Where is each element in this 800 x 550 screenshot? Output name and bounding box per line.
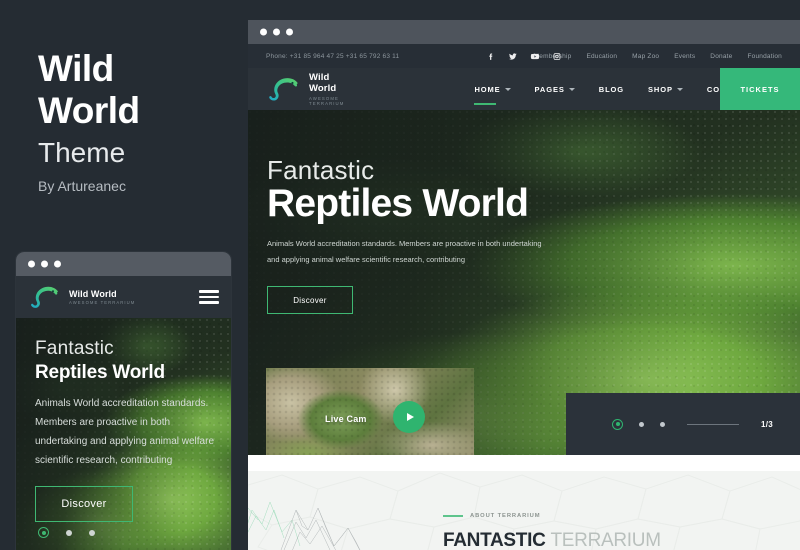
chevron-down-icon [568, 87, 575, 91]
mobile-logo[interactable]: Wild World AWESOME TERRARIUM [28, 284, 135, 310]
hero-description: Animals World accreditation standards. M… [267, 239, 542, 264]
menu-item-pages-label: PAGES [534, 84, 565, 94]
window-maximize-dot[interactable] [54, 260, 61, 268]
mobile-hero-eyebrow: Fantastic [35, 338, 114, 359]
promo-title-line1: Wild [38, 48, 114, 89]
chevron-down-icon [504, 87, 511, 91]
window-close-dot[interactable] [28, 260, 35, 268]
slider-dots[interactable] [612, 418, 665, 430]
site-topbar: Phone: +31 85 964 47 25 +31 65 792 63 11… [248, 44, 800, 68]
chameleon-logo-icon [31, 286, 58, 308]
slider-dot-1[interactable] [612, 418, 623, 430]
mobile-slider-dot-2[interactable] [66, 529, 72, 536]
browser-titlebar [248, 20, 800, 44]
browser-close-dot[interactable] [260, 28, 267, 36]
about-section: ABOUT TERRARIUM FANTASTIC TERRARIUM [248, 471, 800, 550]
menu-item-shop[interactable]: SHOP [636, 68, 695, 110]
facebook-icon[interactable] [487, 52, 496, 61]
browser-window-controls[interactable] [260, 28, 293, 36]
menu-item-shop-label: SHOP [648, 84, 673, 94]
chevron-down-icon [676, 87, 683, 91]
topbar-link-map-zoo[interactable]: Map Zoo [632, 53, 659, 60]
mobile-hero-text: Fantastic Reptiles World Animals World a… [35, 338, 221, 522]
slider-dot-2[interactable] [639, 421, 644, 427]
hero-section: Fantastic Reptiles World Animals World a… [248, 110, 800, 455]
discover-button[interactable]: Discover [267, 286, 353, 314]
site-logo-tagline: AWESOME TERRARIUM [309, 95, 345, 106]
menu-item-blog[interactable]: BLOG [587, 68, 636, 110]
about-title-bold: FANTASTIC [443, 530, 546, 550]
about-kicker-line [443, 515, 463, 517]
slider-progress-line [687, 423, 739, 425]
play-icon[interactable] [393, 401, 425, 433]
mobile-slider-dots[interactable] [38, 527, 95, 538]
topbar-phone: Phone: +31 85 964 47 25 +31 65 792 63 11 [266, 52, 400, 60]
mountain-illustration [248, 501, 361, 550]
hero-title: Reptiles World [267, 182, 529, 225]
topbar-link-events[interactable]: Events [674, 53, 695, 60]
topbar-links[interactable]: Membership Education Map Zoo Events Dona… [534, 53, 782, 60]
tickets-button[interactable]: TICKETS [720, 68, 800, 110]
slider-counter: 1/3 [761, 419, 774, 429]
about-title-light: TERRARIUM [550, 530, 661, 550]
window-minimize-dot[interactable] [41, 260, 48, 268]
menu-item-home[interactable]: HOME [462, 68, 522, 110]
mobile-hero-description: Animals World accreditation standards. M… [35, 398, 215, 466]
browser-maximize-dot[interactable] [286, 28, 293, 36]
social-links[interactable] [487, 52, 562, 61]
promo-panel: Wild World Theme By Artureanec Wild Worl… [0, 0, 248, 550]
topbar-link-education[interactable]: Education [586, 53, 617, 60]
menu-item-blog-label: BLOG [598, 84, 625, 94]
browser-minimize-dot[interactable] [273, 28, 280, 36]
mobile-slider-dot-1[interactable] [38, 527, 49, 538]
mobile-hero-title: Reptiles World [35, 362, 165, 383]
menu-item-home-label: HOME [474, 84, 501, 94]
mobile-logo-name: Wild World [69, 289, 117, 299]
slider-dot-3[interactable] [660, 421, 665, 427]
about-kicker-text: ABOUT TERRARIUM [470, 513, 541, 519]
topbar-link-donate[interactable]: Donate [710, 53, 732, 60]
chameleon-logo-icon [269, 78, 298, 101]
mobile-discover-button[interactable]: Discover [35, 486, 133, 522]
hero-text: Fantastic Reptiles World Animals World a… [267, 155, 552, 314]
promo-author: By Artureanec [38, 178, 126, 194]
mobile-mockup: Wild World AWESOME TERRARIUM Fantastic R… [16, 252, 231, 550]
mobile-header: Wild World AWESOME TERRARIUM [16, 276, 231, 318]
mobile-window-controls[interactable] [28, 260, 61, 268]
site-logo[interactable]: Wild World AWESOME TERRARIUM [266, 72, 344, 106]
slider-controls: 1/3 [566, 393, 800, 455]
browser-window: Phone: +31 85 964 47 25 +31 65 792 63 11… [248, 20, 800, 550]
about-heading-block: ABOUT TERRARIUM FANTASTIC TERRARIUM [443, 513, 661, 550]
lizard-texture [266, 368, 474, 455]
live-cam-card[interactable]: Live Cam [266, 368, 474, 455]
menu-item-pages[interactable]: PAGES [523, 68, 587, 110]
mobile-hero: Fantastic Reptiles World Animals World a… [16, 318, 231, 550]
about-title: FANTASTIC TERRARIUM [443, 530, 661, 550]
promo-title: Wild World [38, 48, 140, 132]
promo-subtitle: Theme [38, 137, 126, 168]
about-kicker: ABOUT TERRARIUM [443, 513, 661, 519]
topbar-link-foundation[interactable]: Foundation [747, 53, 782, 60]
twitter-icon[interactable] [509, 52, 518, 61]
hamburger-icon[interactable] [199, 290, 219, 304]
mobile-logo-tagline: AWESOME TERRARIUM [69, 300, 136, 305]
mobile-slider-dot-3[interactable] [89, 529, 95, 536]
mobile-titlebar [16, 252, 231, 276]
site-navbar: Wild World AWESOME TERRARIUM HOME PAGES … [248, 68, 800, 110]
youtube-icon[interactable] [530, 52, 540, 61]
live-cam-label: Live Cam [325, 414, 367, 424]
site-logo-name: Wild World [309, 72, 337, 95]
instagram-icon[interactable] [553, 52, 562, 61]
promo-title-line2: World [38, 90, 140, 131]
